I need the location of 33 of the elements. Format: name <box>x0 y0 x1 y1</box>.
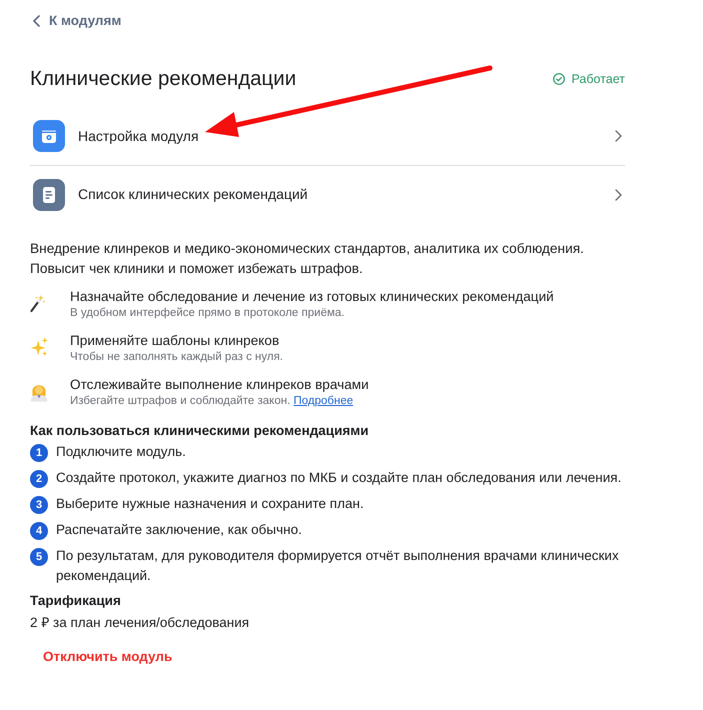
disable-module-button[interactable]: Отключить модуль <box>30 641 186 674</box>
description-text: Внедрение клинреков и медико-экономических стандартов, аналитика их соблюдения. Повысит чек клиники и поможет избежать штрафов. <box>30 240 585 278</box>
chevron-right-icon <box>615 130 622 142</box>
status-text: Работает <box>571 70 625 88</box>
step-number: 5 <box>30 548 48 566</box>
document-icon <box>33 178 65 210</box>
feature-title: Отслеживайте выполнение клинреков врачами <box>70 376 369 394</box>
feature-subtitle: В удобном интерфейсе прямо в протоколе приёма. <box>70 306 346 321</box>
list-link[interactable]: Список клинических рекомендаций <box>30 165 625 223</box>
step-number: 4 <box>30 522 48 540</box>
more-link[interactable]: Подробнее <box>293 395 354 407</box>
feature-subtitle: Чтобы не заполнять каждый раз с нуля. <box>70 350 283 365</box>
chevron-right-icon <box>615 188 622 200</box>
price-text: 2 ₽ за план лечения/обследования <box>30 614 250 632</box>
sparkles-icon <box>30 335 48 359</box>
step-text: Создайте протокол, укажите диагноз по МКБ и создайте план обследования или лечения. <box>56 469 622 487</box>
gear-window-icon <box>33 120 65 152</box>
step-text: По результатам, для руководителя формируется отчёт выполнения врачами клинических рекомендаций. <box>56 547 620 585</box>
step-text: Распечатайте заключение, как обычно. <box>56 521 302 539</box>
step-number: 3 <box>30 496 48 514</box>
feature-subtitle: Избегайте штрафов и соблюдайте закон. Подробнее <box>70 394 354 409</box>
step-text: Выберите нужные назначения и сохраните план. <box>56 495 364 513</box>
step-number: 1 <box>30 444 48 462</box>
chevron-left-icon <box>33 15 40 27</box>
step-number: 2 <box>30 470 48 488</box>
section-heading: Как пользоваться клиническими рекомендациями <box>30 422 370 440</box>
section-heading: Тарификация <box>30 592 122 610</box>
feature-title: Применяйте шаблоны клинреков <box>70 332 280 350</box>
page-title: Клинические рекомендации <box>30 67 296 91</box>
check-circle-icon <box>553 73 566 85</box>
back-link[interactable]: К модулям <box>30 11 122 31</box>
step-text: Подключите модуль. <box>56 443 186 461</box>
feature-title: Назначайте обследование и лечение из готовых клинических рекомендаций <box>70 288 554 306</box>
